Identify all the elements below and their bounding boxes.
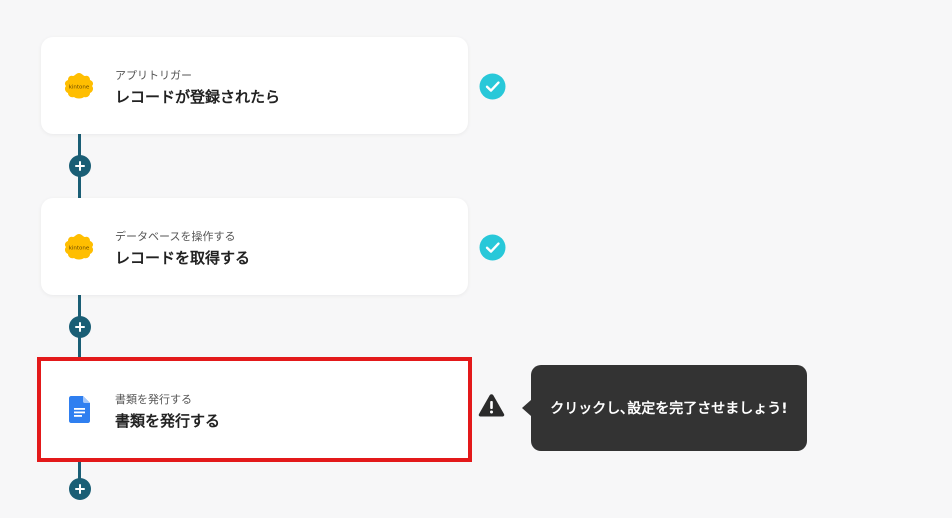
- flow-step-card-issue-document[interactable]: 書類を発行する 書類を発行する: [37, 357, 472, 462]
- flow-step-card-trigger[interactable]: kintone アプリトリガー レコードが登録されたら: [41, 37, 468, 134]
- check-circle-icon: [479, 234, 506, 261]
- setup-hint-tooltip: クリックし､設定を完了させましょう!: [522, 365, 807, 451]
- add-step-button[interactable]: [69, 478, 91, 500]
- step-title: レコードを取得する: [115, 249, 251, 267]
- kintone-logo-text: kintone: [69, 246, 90, 252]
- plus-icon: [75, 322, 85, 332]
- google-docs-icon: [69, 396, 91, 423]
- step-sub-label: データベースを操作する: [115, 230, 236, 243]
- kintone-logo-icon: kintone: [63, 71, 95, 101]
- step-sub-label: 書類を発行する: [115, 393, 192, 406]
- plus-icon: [75, 484, 85, 494]
- plus-icon: [75, 161, 85, 171]
- warning-icon: [478, 393, 505, 417]
- flow-step-card-database[interactable]: kintone データベースを操作する レコードを取得する: [41, 198, 468, 295]
- step-title: レコードが登録されたら: [115, 88, 281, 106]
- kintone-logo-icon: kintone: [63, 232, 95, 262]
- step-sub-label: アプリトリガー: [115, 69, 192, 82]
- check-circle-icon: [479, 73, 506, 100]
- add-step-button[interactable]: [69, 316, 91, 338]
- kintone-logo-text: kintone: [69, 85, 90, 91]
- step-title: 書類を発行する: [115, 412, 221, 430]
- add-step-button[interactable]: [69, 155, 91, 177]
- tooltip-text: クリックし､設定を完了させましょう!: [550, 401, 788, 417]
